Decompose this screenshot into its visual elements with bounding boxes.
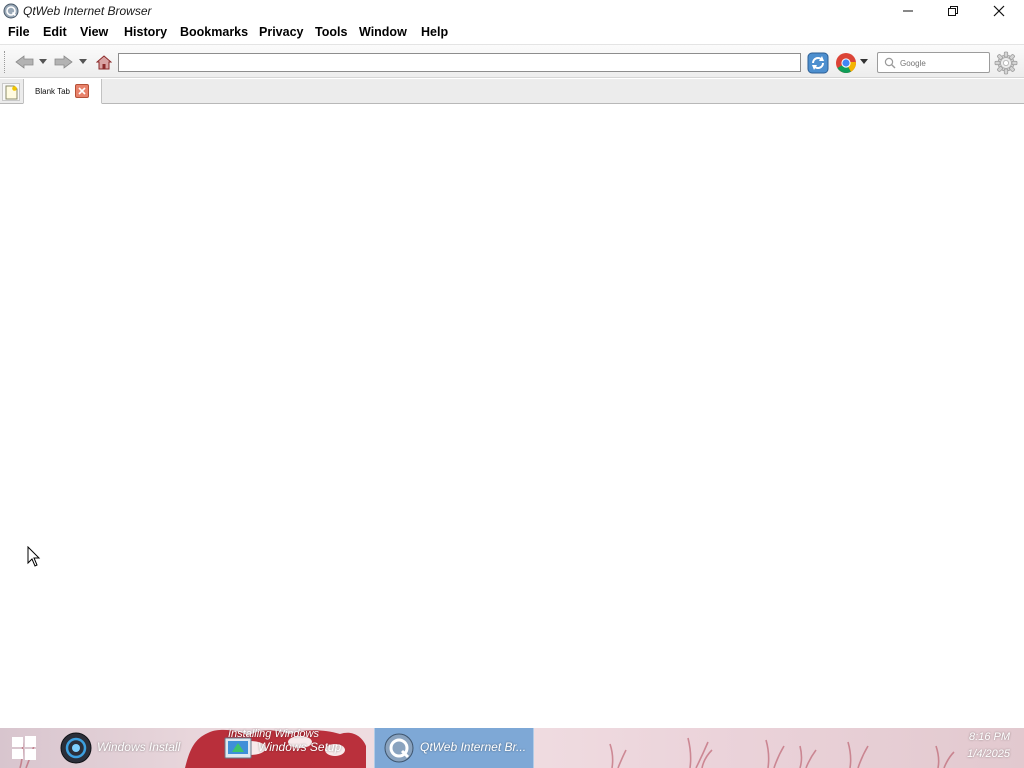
taskbar-item-windows-install[interactable]: Windows Install — [55, 728, 185, 768]
taskbar-item-sublabel: Installing Windows — [228, 728, 319, 740]
search-engine-button[interactable] — [833, 51, 859, 74]
navigation-toolbar — [0, 44, 1024, 78]
chevron-down-icon — [860, 59, 868, 64]
restore-icon — [948, 6, 958, 16]
title-bar[interactable]: QtWeb Internet Browser — [0, 0, 1024, 22]
tab-bar: Blank Tab — [0, 79, 1024, 104]
browser-window: QtWeb Internet Browser File Edit View Hi… — [0, 0, 1024, 728]
window-title: QtWeb Internet Browser — [23, 4, 152, 18]
new-page-icon — [5, 85, 17, 99]
chrome-logo-icon — [836, 52, 856, 73]
taskbar-item-label: QtWeb Internet Br... — [420, 740, 527, 754]
toolbar-grip[interactable] — [4, 51, 7, 73]
menu-bookmarks[interactable]: Bookmarks — [180, 25, 248, 39]
chevron-down-icon — [79, 59, 87, 64]
minimize-button[interactable] — [885, 0, 931, 22]
menu-view[interactable]: View — [80, 25, 108, 39]
settings-button[interactable] — [993, 50, 1019, 75]
taskbar-item-label: Windows Setup — [258, 740, 342, 754]
clock-time[interactable]: 8:16 PM — [969, 731, 1010, 743]
tab-blank[interactable]: Blank Tab — [23, 79, 102, 104]
qtweb-icon — [384, 733, 414, 763]
forward-arrow-icon — [54, 55, 73, 69]
start-button[interactable] — [0, 728, 48, 768]
back-button[interactable] — [14, 53, 36, 71]
menu-privacy[interactable]: Privacy — [259, 25, 303, 39]
menu-bar: File Edit View History Bookmarks Privacy… — [0, 22, 1024, 43]
windows-install-icon — [60, 732, 92, 764]
tab-close-button[interactable] — [75, 84, 89, 98]
taskbar-item-label: Windows Install — [97, 740, 181, 754]
taskbar: Windows Install Installing Windows Windo… — [0, 728, 1024, 768]
menu-file[interactable]: File — [8, 25, 30, 39]
search-input[interactable] — [900, 56, 986, 70]
taskbar-item-qtweb[interactable]: QtWeb Internet Br... — [374, 728, 534, 768]
windows-logo-icon — [12, 736, 36, 760]
forward-history-dropdown[interactable] — [77, 55, 89, 69]
clock-date[interactable]: 1/4/2025 — [967, 748, 1010, 760]
forward-button[interactable] — [52, 53, 74, 71]
qtweb-app-icon — [3, 3, 19, 19]
back-history-dropdown[interactable] — [37, 55, 49, 69]
chevron-down-icon — [39, 59, 47, 64]
tab-label: Blank Tab — [35, 87, 70, 96]
close-button[interactable] — [976, 0, 1022, 22]
mouse-pointer-icon — [27, 546, 41, 567]
reload-button[interactable] — [806, 51, 829, 74]
menu-history[interactable]: History — [124, 25, 167, 39]
home-icon — [96, 54, 112, 69]
search-box[interactable] — [877, 52, 990, 73]
refresh-icon — [807, 52, 828, 73]
close-icon — [993, 5, 1005, 17]
menu-edit[interactable]: Edit — [43, 25, 67, 39]
back-arrow-icon — [15, 55, 34, 69]
new-tab-button[interactable] — [2, 83, 20, 101]
search-engine-dropdown[interactable] — [859, 55, 869, 69]
home-button[interactable] — [94, 53, 114, 71]
search-icon — [884, 57, 896, 69]
menu-window[interactable]: Window — [359, 25, 407, 39]
restore-button[interactable] — [930, 0, 976, 22]
taskbar-item-windows-setup[interactable]: Installing Windows Windows Setup — [190, 728, 370, 768]
minimize-icon — [903, 10, 913, 12]
address-bar-input[interactable] — [118, 53, 801, 72]
gear-icon — [994, 51, 1018, 74]
menu-help[interactable]: Help — [421, 25, 448, 39]
menu-tools[interactable]: Tools — [315, 25, 347, 39]
close-icon — [78, 87, 86, 95]
web-page-content[interactable] — [0, 105, 1024, 728]
